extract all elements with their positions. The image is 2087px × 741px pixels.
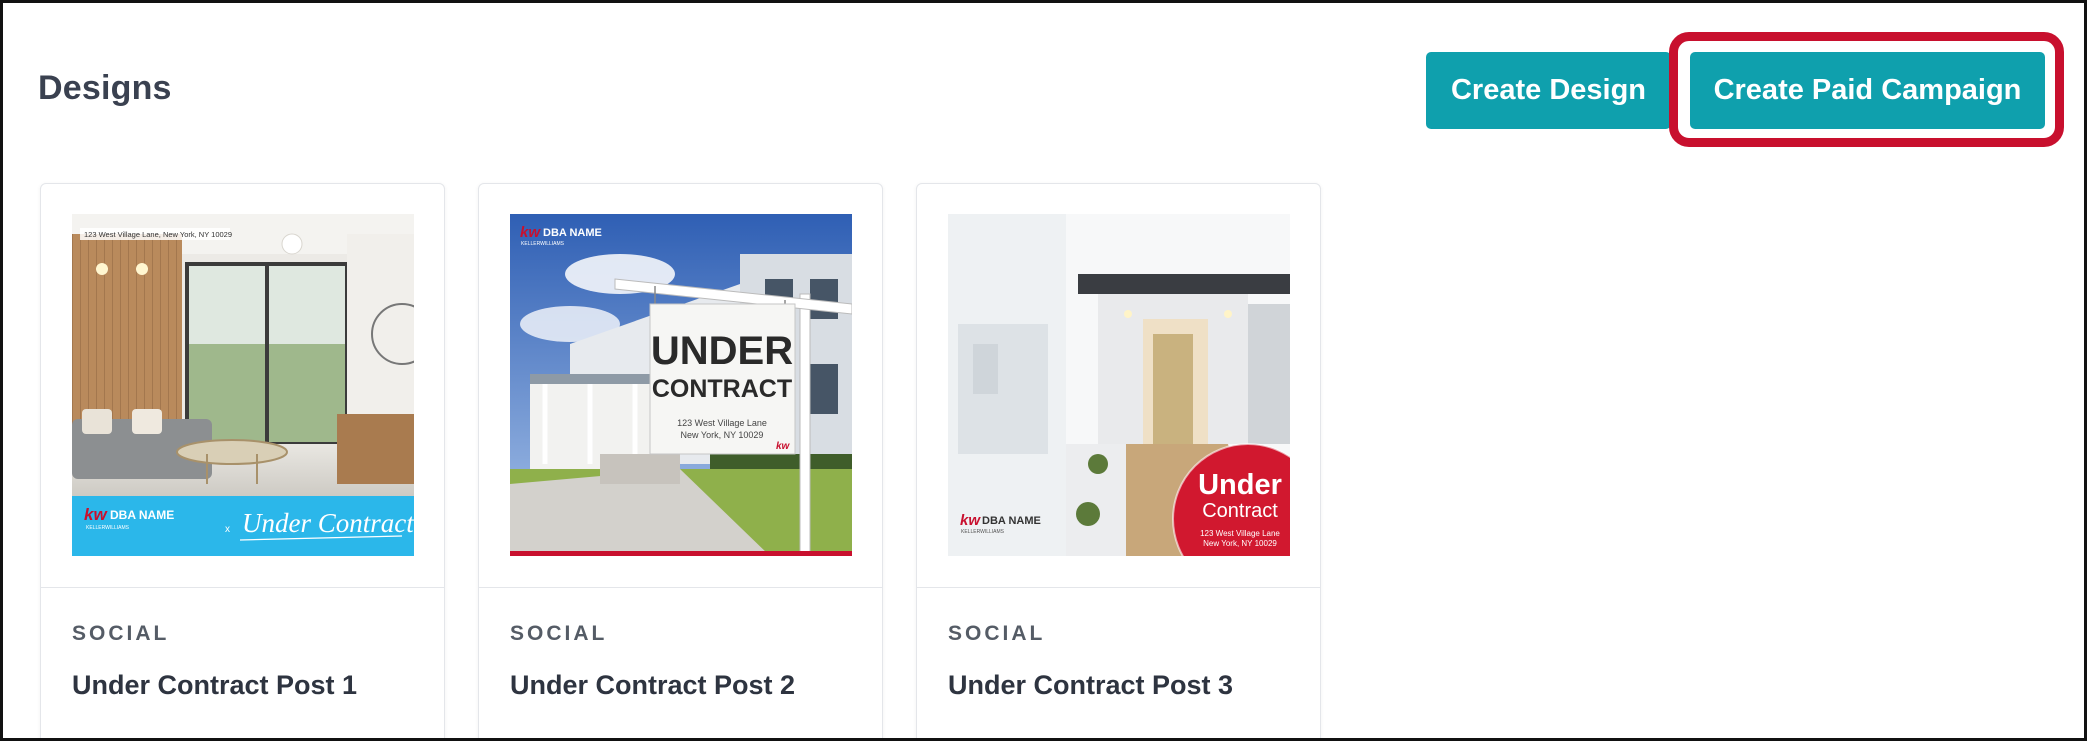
svg-text:DBA NAME: DBA NAME	[110, 508, 174, 522]
design-card[interactable]: UNDER CONTRACT 123 West Village Lane New…	[478, 183, 883, 738]
svg-text:KELLERWILLIAMS: KELLERWILLIAMS	[961, 529, 1005, 535]
svg-text:Under Contract: Under Contract	[242, 508, 414, 538]
svg-text:123 West Village Lane: 123 West Village Lane	[1200, 529, 1280, 538]
svg-text:DBA NAME: DBA NAME	[982, 515, 1041, 527]
svg-text:DBA NAME: DBA NAME	[543, 227, 602, 239]
design-thumbnail[interactable]: 123 West Village Lane, New York, NY 1002…	[72, 214, 414, 556]
svg-text:x: x	[225, 524, 230, 535]
design-card[interactable]: 123 West Village Lane, New York, NY 1002…	[40, 183, 445, 738]
svg-text:Contract: Contract	[1202, 500, 1278, 522]
svg-text:New York, NY 10029: New York, NY 10029	[1203, 539, 1277, 548]
design-thumbnail[interactable]: UNDER CONTRACT 123 West Village Lane New…	[510, 214, 852, 556]
card-divider	[479, 587, 882, 588]
page-title: Designs	[38, 69, 172, 107]
design-name[interactable]: Under Contract Post 3	[948, 670, 1233, 701]
card-divider	[917, 587, 1320, 588]
design-name[interactable]: Under Contract Post 1	[72, 670, 357, 701]
design-type-label: SOCIAL	[510, 622, 608, 645]
design-type-label: SOCIAL	[72, 622, 170, 645]
create-design-button[interactable]: Create Design	[1426, 52, 1671, 129]
design-type-label: SOCIAL	[948, 622, 1046, 645]
designs-panel: Designs Create Design Create Paid Campai…	[0, 0, 2087, 741]
svg-text:kw: kw	[520, 224, 541, 241]
design-thumbnail[interactable]: Under Contract 123 West Village Lane New…	[948, 214, 1290, 556]
svg-text:Under: Under	[1198, 469, 1282, 501]
sign-line2: CONTRACT	[652, 375, 792, 403]
living-room-image: 123 West Village Lane, New York, NY 1002…	[72, 214, 414, 556]
house-sign-image: UNDER CONTRACT 123 West Village Lane New…	[510, 214, 852, 556]
svg-text:kw: kw	[776, 441, 791, 452]
create-paid-campaign-button[interactable]: Create Paid Campaign	[1690, 52, 2045, 129]
design-name[interactable]: Under Contract Post 2	[510, 670, 795, 701]
thumbnail-address: 123 West Village Lane, New York, NY 1002…	[84, 230, 232, 239]
design-card[interactable]: Under Contract 123 West Village Lane New…	[916, 183, 1321, 738]
sign-line1: UNDER	[651, 329, 793, 373]
modern-house-image: Under Contract 123 West Village Lane New…	[948, 214, 1290, 556]
svg-text:kw: kw	[84, 505, 108, 524]
svg-text:New York, NY 10029: New York, NY 10029	[681, 430, 764, 440]
svg-text:KELLERWILLIAMS: KELLERWILLIAMS	[86, 525, 130, 531]
svg-text:kw: kw	[960, 512, 981, 529]
svg-text:123 West Village Lane: 123 West Village Lane	[677, 418, 767, 428]
svg-text:KELLERWILLIAMS: KELLERWILLIAMS	[521, 241, 565, 247]
card-divider	[41, 587, 444, 588]
